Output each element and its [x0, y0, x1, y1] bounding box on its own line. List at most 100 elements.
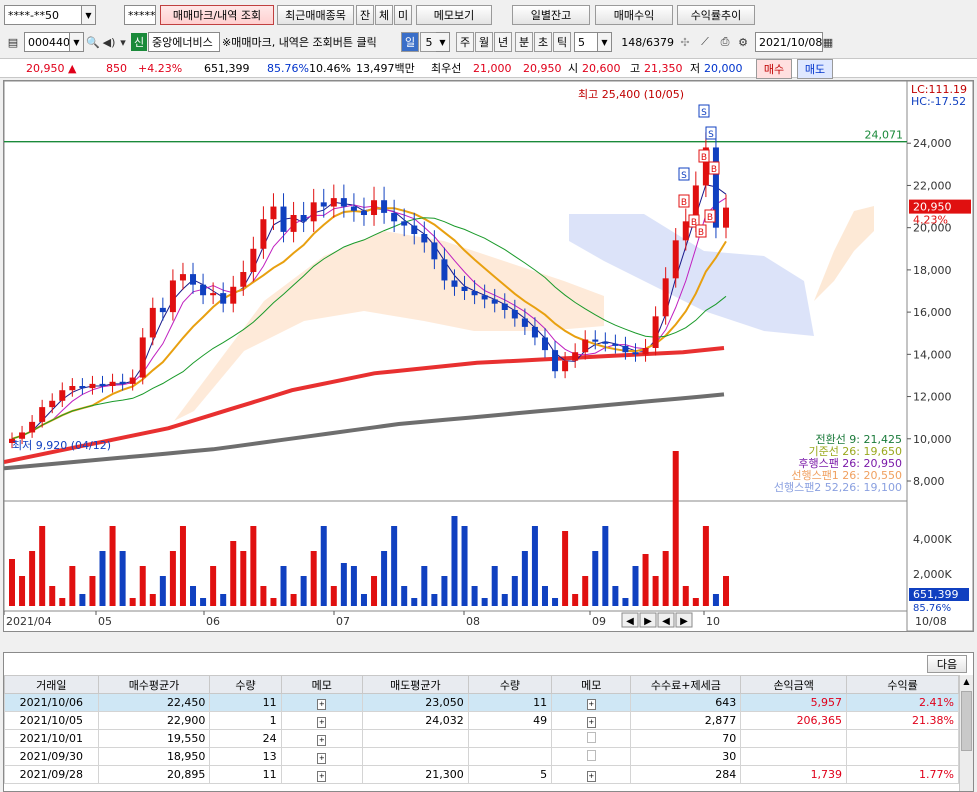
- memo-icon[interactable]: +: [280, 765, 363, 784]
- volume-bar: [149, 594, 156, 606]
- y-tick-label: 24,000: [913, 137, 952, 150]
- table-row[interactable]: 2021/09/30 18,950 13 +30: [4, 747, 959, 766]
- memo-icon[interactable]: +: [280, 729, 363, 748]
- vertical-scrollbar[interactable]: ▲: [959, 675, 973, 791]
- table-cell: 5,957: [740, 693, 848, 712]
- candle-body: [642, 348, 649, 355]
- y-tick-label: 18,000: [913, 264, 952, 277]
- column-header[interactable]: 매수평균가: [97, 675, 211, 694]
- x-tick-label: 09: [592, 615, 606, 628]
- memo-icon[interactable]: +: [280, 747, 363, 766]
- table-cell: 24,032: [361, 711, 469, 730]
- volume-bar: [19, 576, 26, 606]
- memo-icon[interactable]: +: [551, 711, 632, 730]
- column-header[interactable]: 수량: [209, 675, 282, 694]
- sell-button[interactable]: 매도: [797, 59, 833, 79]
- table-row[interactable]: 2021/09/28 20,895 11 +21,300 5 +284 1,739 1.77%: [4, 765, 959, 784]
- candle-body: [622, 345, 629, 353]
- stock-code-input[interactable]: 000440: [24, 32, 70, 52]
- unfilled-button[interactable]: 미: [394, 5, 412, 25]
- password-field[interactable]: ********: [124, 5, 156, 25]
- column-header[interactable]: 수익률: [846, 675, 959, 694]
- draw-line-icon[interactable]: ⟋: [696, 32, 714, 52]
- credit-badge: 신: [131, 33, 147, 51]
- daily-balance-button[interactable]: 일별잔고: [512, 5, 590, 25]
- scroll-up-icon[interactable]: ▲: [960, 675, 973, 689]
- next-button[interactable]: 다음: [927, 655, 967, 673]
- candle-body: [582, 339, 589, 353]
- grid-menu-icon[interactable]: ▤: [4, 32, 22, 52]
- trade-mark-query-button[interactable]: 매매마크/내역 조회: [160, 5, 274, 25]
- volume-bar: [562, 531, 569, 606]
- dropdown-icon[interactable]: ▾: [116, 32, 130, 52]
- date-input[interactable]: 2021/10/08: [755, 32, 823, 52]
- table-row[interactable]: 2021/10/06 22,450 11 +23,050 11 +643 5,957 2.41…: [4, 693, 959, 712]
- trade-profit-button[interactable]: 매매수익: [595, 5, 673, 25]
- volume-bar: [49, 586, 56, 606]
- period-month-tab[interactable]: 월: [475, 32, 493, 52]
- column-header[interactable]: 수량: [467, 675, 553, 694]
- period-year-tab[interactable]: 년: [494, 32, 512, 52]
- candle-body: [190, 274, 197, 285]
- account-select[interactable]: ****-**50: [4, 5, 82, 25]
- volume-bar: [602, 526, 609, 606]
- print-icon[interactable]: ⎙: [716, 32, 734, 52]
- count-input[interactable]: 5: [574, 32, 598, 52]
- memo-icon[interactable]: +: [551, 693, 632, 712]
- scroll-thumb[interactable]: [961, 691, 972, 751]
- period-second-tab[interactable]: 초: [534, 32, 552, 52]
- table-row[interactable]: 2021/10/05 22,900 1 +24,032 49 +2,877 206,365 2…: [4, 711, 959, 730]
- table-cell: 11: [209, 693, 282, 712]
- memo-icon[interactable]: [551, 729, 632, 748]
- column-header[interactable]: 수수료+제세금: [630, 675, 742, 694]
- table-cell: 13: [209, 747, 282, 766]
- volume-bar: [139, 566, 146, 606]
- volume-bar: [99, 551, 106, 606]
- period-day-tab[interactable]: 일: [401, 32, 419, 52]
- volume-tick-label: 2,000K: [913, 568, 952, 581]
- table-cell: [361, 747, 469, 766]
- candle-body: [411, 225, 418, 234]
- count-dropdown-icon[interactable]: ▼: [598, 32, 612, 52]
- open-price: 20,600: [582, 61, 621, 75]
- memo-icon[interactable]: +: [551, 765, 632, 784]
- table-row[interactable]: 2021/10/01 19,550 24 +70: [4, 729, 959, 748]
- memo-icon[interactable]: +: [280, 693, 363, 712]
- memo-view-button[interactable]: 메모보기: [416, 5, 492, 25]
- crosshair-icon[interactable]: ✣: [676, 32, 694, 52]
- column-header[interactable]: 손익금액: [740, 675, 848, 694]
- volume-bar: [9, 559, 15, 606]
- memo-icon[interactable]: +: [280, 711, 363, 730]
- buy-button[interactable]: 매수: [756, 59, 792, 79]
- high-price: 21,350: [644, 61, 683, 75]
- period-minute-tab[interactable]: 분: [515, 32, 533, 52]
- table-cell: 30: [630, 747, 742, 766]
- executed-button[interactable]: 체: [375, 5, 393, 25]
- candle-body: [240, 272, 247, 287]
- candlestick-chart[interactable]: 24,07124,00022,00020,00018,00016,00014,0…: [3, 80, 974, 632]
- column-header[interactable]: 매도평균가: [361, 675, 469, 694]
- column-header[interactable]: 거래일: [4, 675, 99, 694]
- x-tick-label: 08: [466, 615, 480, 628]
- pct-tag: 4.23%: [913, 214, 948, 227]
- balance-button[interactable]: 잔: [356, 5, 374, 25]
- account-dropdown-icon[interactable]: ▼: [82, 5, 96, 25]
- price-chart-panel[interactable]: 24,071 24,000 22,000 20,000 18,000 16,000 14,0…: [3, 80, 974, 632]
- volume-pct-tag: 85.76%: [913, 603, 951, 614]
- memo-icon[interactable]: [551, 747, 632, 766]
- volume-bar: [360, 594, 367, 606]
- volume-bar: [491, 566, 498, 606]
- column-header[interactable]: 메모: [551, 675, 632, 694]
- stock-code-dropdown-icon[interactable]: ▼: [70, 32, 84, 52]
- profit-trend-button[interactable]: 수익률추이: [677, 5, 755, 25]
- gear-icon[interactable]: ⚙: [734, 32, 752, 52]
- column-header[interactable]: 메모: [280, 675, 363, 694]
- x-tick-label: 07: [336, 615, 350, 628]
- period-week-tab[interactable]: 주: [456, 32, 474, 52]
- recent-trades-button[interactable]: 최근매매종목: [277, 5, 354, 25]
- period-tick-tab[interactable]: 틱: [553, 32, 571, 52]
- calendar-icon[interactable]: ▦: [821, 32, 835, 52]
- x-tick-label: 05: [98, 615, 112, 628]
- volume-bar: [250, 526, 257, 606]
- period-dropdown-icon[interactable]: ▼: [436, 32, 450, 52]
